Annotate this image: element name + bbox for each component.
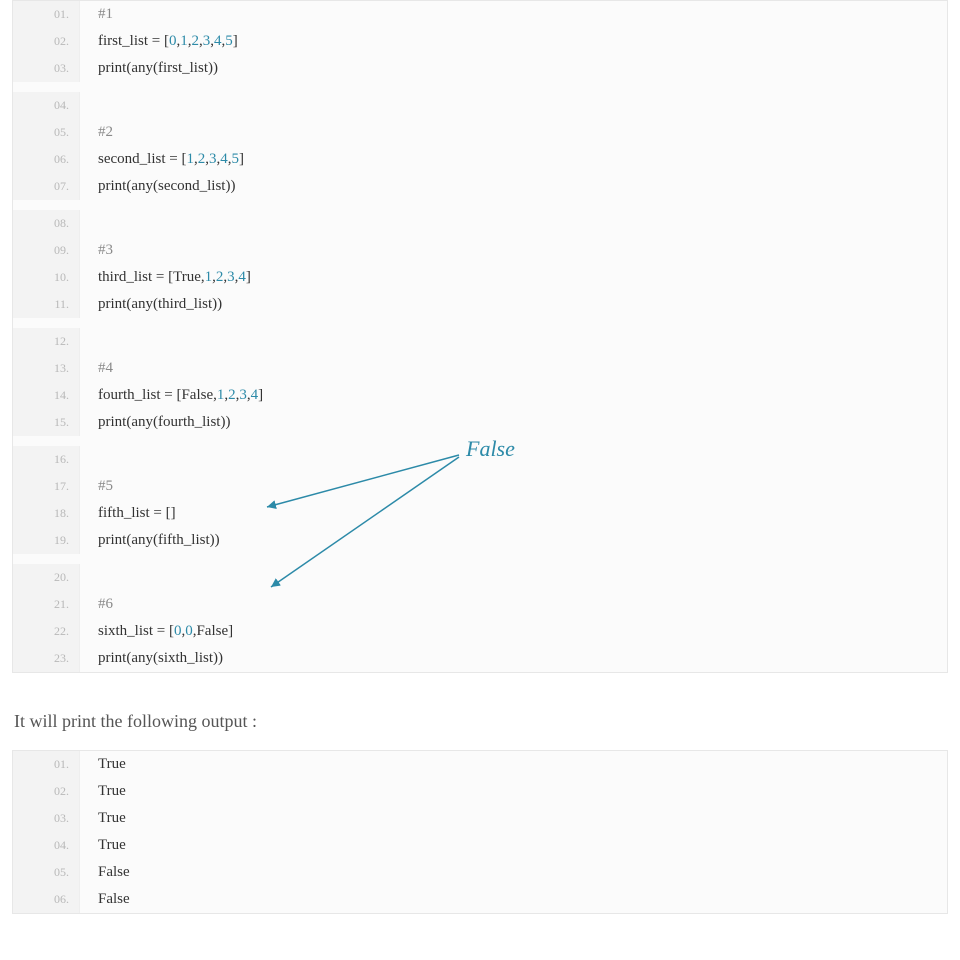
code-content: print(any(second_list)) bbox=[80, 173, 947, 200]
line-number: 04. bbox=[13, 92, 80, 119]
code-content: #2 bbox=[80, 119, 947, 146]
code-line: 23.print(any(sixth_list)) bbox=[13, 645, 947, 672]
code-content: fifth_list = [] bbox=[80, 500, 947, 527]
code-line: 04.True bbox=[13, 832, 947, 859]
line-number: 06. bbox=[13, 146, 80, 173]
output-intro-text: It will print the following output : bbox=[14, 711, 948, 732]
line-number: 03. bbox=[13, 55, 80, 82]
line-number: 23. bbox=[13, 645, 80, 672]
line-number: 16. bbox=[13, 446, 80, 473]
code-content: #3 bbox=[80, 237, 947, 264]
code-content: first_list = [0,1,2,3,4,5] bbox=[80, 28, 947, 55]
code-content bbox=[80, 200, 947, 227]
code-content: True bbox=[80, 751, 947, 778]
code-line: 01.True bbox=[13, 751, 947, 778]
line-number: 01. bbox=[13, 1, 80, 28]
line-number: 08. bbox=[13, 210, 80, 237]
code-line: 14.fourth_list = [False,1,2,3,4] bbox=[13, 382, 947, 409]
line-number: 03. bbox=[13, 805, 80, 832]
code-content: True bbox=[80, 778, 947, 805]
line-number: 12. bbox=[13, 328, 80, 355]
code-line: 20. bbox=[13, 554, 947, 591]
code-line: 05.False bbox=[13, 859, 947, 886]
handwritten-annotation: False bbox=[466, 435, 515, 462]
code-content: True bbox=[80, 805, 947, 832]
code-line: 09.#3 bbox=[13, 237, 947, 264]
code-line: 04. bbox=[13, 82, 947, 119]
code-line: 11.print(any(third_list)) bbox=[13, 291, 947, 318]
code-content: print(any(sixth_list)) bbox=[80, 645, 947, 672]
page: False 01.#102.first_list = [0,1,2,3,4,5]… bbox=[0, 0, 960, 934]
code-content: #5 bbox=[80, 473, 947, 500]
code-line: 06.second_list = [1,2,3,4,5] bbox=[13, 146, 947, 173]
code-block-source: False 01.#102.first_list = [0,1,2,3,4,5]… bbox=[12, 0, 948, 673]
code-block-output: 01.True02.True03.True04.True05.False06.F… bbox=[12, 750, 948, 914]
code-line: 01.#1 bbox=[13, 1, 947, 28]
line-number: 09. bbox=[13, 237, 80, 264]
line-number: 11. bbox=[13, 291, 80, 318]
line-number: 15. bbox=[13, 409, 80, 436]
line-number: 05. bbox=[13, 119, 80, 146]
code-line: 22.sixth_list = [0,0,False] bbox=[13, 618, 947, 645]
code-line: 03.True bbox=[13, 805, 947, 832]
line-number: 10. bbox=[13, 264, 80, 291]
code-content: True bbox=[80, 832, 947, 859]
line-number: 13. bbox=[13, 355, 80, 382]
code-line: 21.#6 bbox=[13, 591, 947, 618]
line-number: 22. bbox=[13, 618, 80, 645]
code-content: fourth_list = [False,1,2,3,4] bbox=[80, 382, 947, 409]
code-line: 17.#5 bbox=[13, 473, 947, 500]
code-content: sixth_list = [0,0,False] bbox=[80, 618, 947, 645]
line-number: 17. bbox=[13, 473, 80, 500]
code-content: third_list = [True,1,2,3,4] bbox=[80, 264, 947, 291]
line-number: 14. bbox=[13, 382, 80, 409]
code-line: 10.third_list = [True,1,2,3,4] bbox=[13, 264, 947, 291]
code-line: 15.print(any(fourth_list)) bbox=[13, 409, 947, 436]
code-content bbox=[80, 318, 947, 345]
line-number: 20. bbox=[13, 564, 80, 591]
code-line: 02.first_list = [0,1,2,3,4,5] bbox=[13, 28, 947, 55]
code-line: 07.print(any(second_list)) bbox=[13, 173, 947, 200]
code-line: 08. bbox=[13, 200, 947, 237]
line-number: 02. bbox=[13, 778, 80, 805]
line-number: 01. bbox=[13, 751, 80, 778]
code-content bbox=[80, 554, 947, 581]
code-content: False bbox=[80, 886, 947, 913]
line-number: 02. bbox=[13, 28, 80, 55]
line-number: 21. bbox=[13, 591, 80, 618]
line-number: 05. bbox=[13, 859, 80, 886]
line-number: 07. bbox=[13, 173, 80, 200]
code-content: second_list = [1,2,3,4,5] bbox=[80, 146, 947, 173]
code-line: 18.fifth_list = [] bbox=[13, 500, 947, 527]
code-content: print(any(fifth_list)) bbox=[80, 527, 947, 554]
line-number: 19. bbox=[13, 527, 80, 554]
code-content: print(any(third_list)) bbox=[80, 291, 947, 318]
line-number: 04. bbox=[13, 832, 80, 859]
code-line: 02.True bbox=[13, 778, 947, 805]
code-line: 19.print(any(fifth_list)) bbox=[13, 527, 947, 554]
line-number: 06. bbox=[13, 886, 80, 913]
code-content bbox=[80, 82, 947, 109]
code-content: #6 bbox=[80, 591, 947, 618]
code-content: print(any(fourth_list)) bbox=[80, 409, 947, 436]
code-content: #1 bbox=[80, 1, 947, 28]
code-line: 12. bbox=[13, 318, 947, 355]
code-content: #4 bbox=[80, 355, 947, 382]
code-line: 06.False bbox=[13, 886, 947, 913]
code-line: 13.#4 bbox=[13, 355, 947, 382]
code-content: print(any(first_list)) bbox=[80, 55, 947, 82]
code-line: 03.print(any(first_list)) bbox=[13, 55, 947, 82]
code-line: 05.#2 bbox=[13, 119, 947, 146]
code-content: False bbox=[80, 859, 947, 886]
line-number: 18. bbox=[13, 500, 80, 527]
